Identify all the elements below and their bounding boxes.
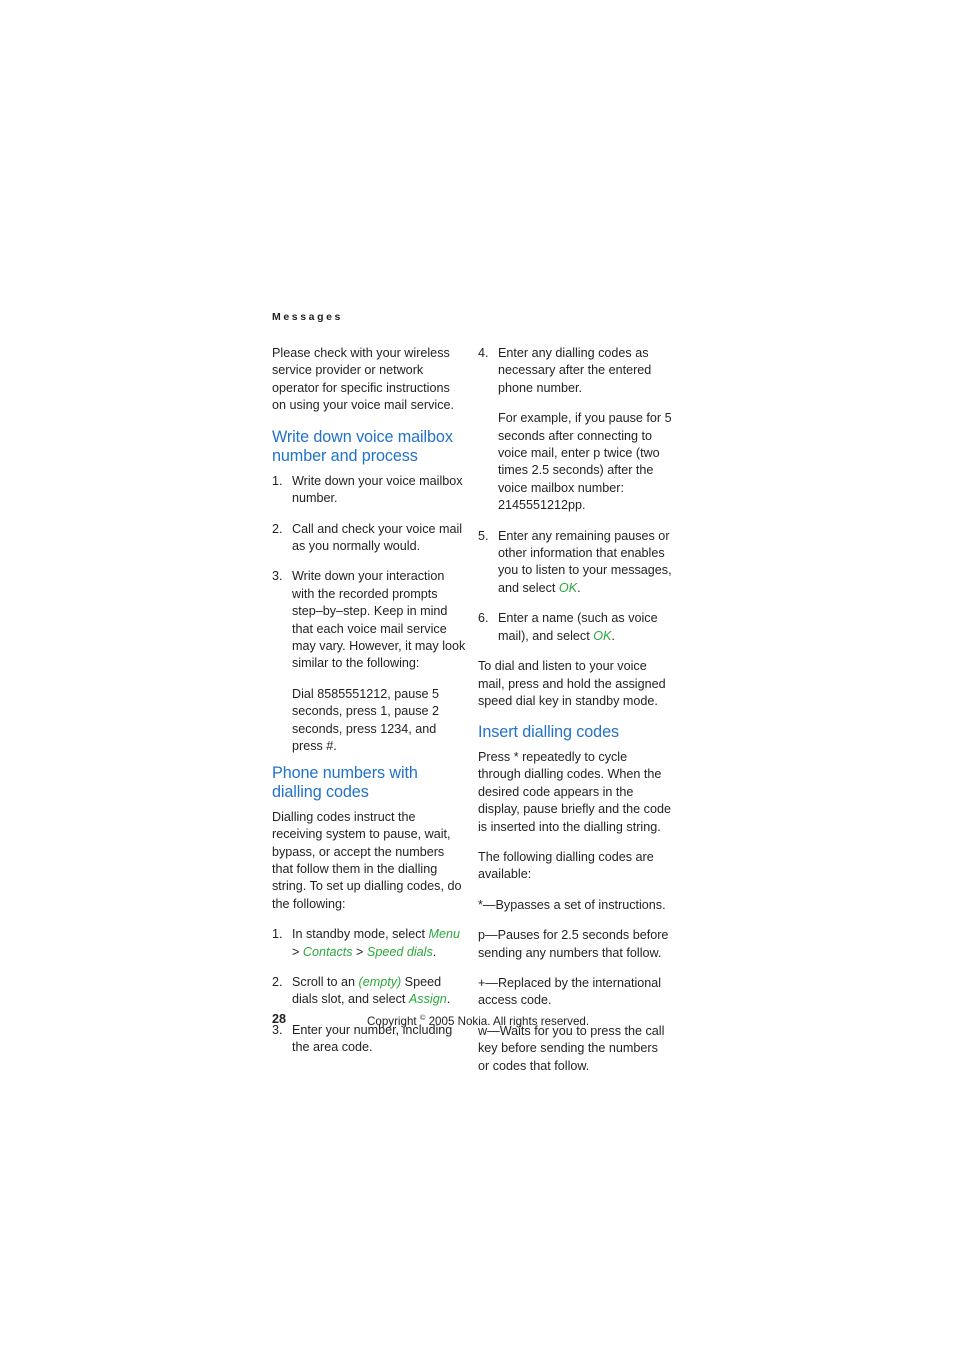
ui-reference-menu: Menu [428, 927, 461, 942]
right-column: 4. Enter any dialling codes as necessary… [478, 345, 672, 1075]
ui-reference-assign: Assign [408, 992, 447, 1007]
list-item: 2. Call and check your voice mail as you… [272, 521, 466, 556]
separator: > [352, 944, 367, 959]
copyright-text-after: 2005 Nokia. All rights reserved. [425, 1014, 590, 1028]
list-item-text: Scroll to an [292, 974, 359, 989]
intro-paragraph: Please check with your wireless service … [272, 346, 454, 413]
list-item-example: Dial 8585551212, pause 5 seconds, press … [292, 686, 440, 754]
list-item-text: Call and check your voice mail as you no… [292, 521, 463, 554]
list-item: 3. Write down your interaction with the … [272, 568, 466, 755]
document-page: Messages Please check with your wireless… [0, 0, 954, 1351]
available-codes-intro: The following dialling codes are availab… [478, 849, 654, 882]
separator: > [292, 944, 303, 959]
page-number: 28 [272, 1012, 287, 1026]
left-column: Please check with your wireless service … [272, 345, 466, 1057]
setup-dialling-codes-steps: 1. In standby mode, select Menu > Contact… [272, 926, 466, 1056]
list-item: 2. Scroll to an (empty) Speed dials slot,… [272, 974, 466, 1009]
dialling-code-definition-plus: +—Replaced by the international access c… [478, 975, 662, 1008]
section-heading-phone-numbers-dialling-codes: Phone numbers with dialling codes [272, 763, 418, 802]
list-item-text: Write down your voice mailbox number. [292, 473, 463, 506]
list-marker: 2. [272, 974, 283, 989]
list-item-text: Enter any remaining pauses or other info… [498, 528, 672, 595]
list-item: 1. Write down your voice mailbox number. [272, 473, 466, 508]
list-marker: 4. [478, 346, 489, 360]
ui-reference-ok: OK [558, 580, 578, 595]
ui-reference-contacts: Contacts [302, 944, 353, 959]
section-heading-write-down-voice-mailbox: Write down voice mailbox number and proc… [272, 427, 453, 466]
list-item: 1. In standby mode, select Menu > Contact… [272, 926, 466, 961]
list-item-text: Write down your interaction with the rec… [292, 569, 466, 671]
list-item-text-tail: . [432, 944, 437, 959]
ui-reference-ok: OK [593, 628, 612, 643]
dialling-code-definition-asterisk: *—Bypasses a set of instructions. [478, 897, 666, 912]
list-item-text: In standby mode, select [292, 927, 429, 942]
ui-reference-speed-dials: Speed dials [366, 944, 433, 959]
list-marker: 6. [478, 611, 489, 626]
dialling-codes-steps-continued: 4. Enter any dialling codes as necessary… [478, 345, 672, 645]
list-item: 6. Enter a name (such as voice mail), and… [478, 610, 672, 645]
dialling-code-definition-p: p—Pauses for 2.5 seconds before sending … [478, 928, 669, 960]
list-item-text-tail: . [611, 628, 615, 643]
list-marker: 2. [272, 521, 283, 536]
copyright-text-before: Copyright [367, 1014, 420, 1028]
closing-paragraph: To dial and listen to your voice mail, p… [478, 659, 666, 708]
list-marker: 1. [272, 473, 283, 488]
list-marker: 1. [272, 927, 283, 942]
list-item: 5. Enter any remaining pauses or other in… [478, 528, 672, 598]
copyright-notice: Copyright © 2005 Nokia. All rights reser… [367, 1013, 589, 1028]
dialling-codes-paragraph: Dialling codes instruct the receiving sy… [272, 809, 462, 911]
list-marker: 3. [272, 569, 283, 584]
list-item-example: For example, if you pause for 5 seconds … [498, 411, 672, 513]
list-item-text: Enter a name (such as voice mail), and s… [498, 611, 658, 643]
voice-mailbox-steps: 1. Write down your voice mailbox number.… [272, 473, 466, 756]
ui-reference-empty: (empty) [358, 974, 402, 989]
list-item-text-tail: . [577, 580, 581, 595]
list-item-text: Enter any dialling codes as necessary af… [498, 346, 652, 395]
list-item: 4. Enter any dialling codes as necessary… [478, 345, 672, 515]
page-footer: 28 Copyright © 2005 Nokia. All rights re… [0, 1012, 954, 1034]
list-item-text-tail: . [446, 992, 451, 1007]
list-marker: 5. [478, 528, 489, 543]
insert-dialling-codes-paragraph: Press * repeatedly to cycle through dial… [478, 749, 671, 834]
section-heading-insert-dialling-codes: Insert dialling codes [478, 723, 619, 742]
running-head: Messages [272, 311, 343, 323]
